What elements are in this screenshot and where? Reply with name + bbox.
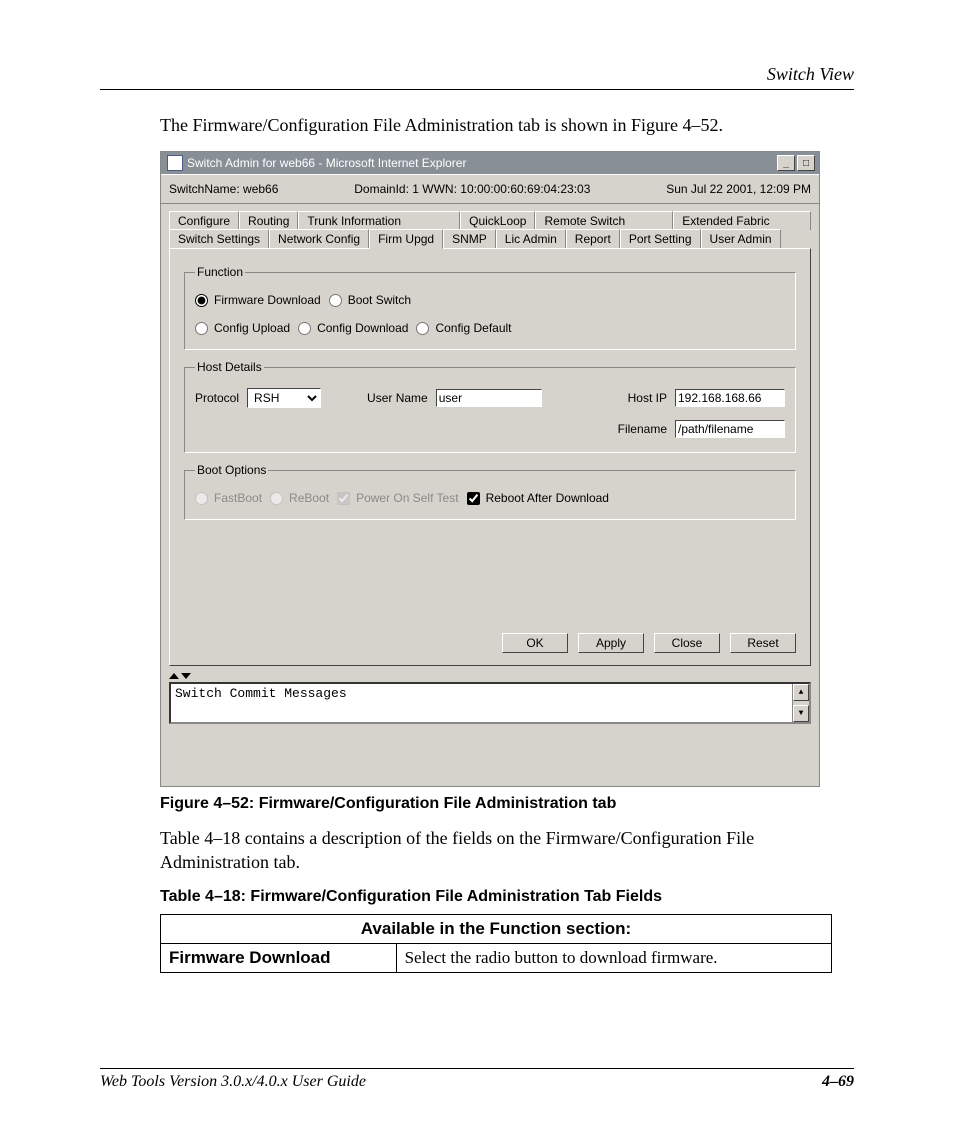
- tab-switch-settings[interactable]: Switch Settings: [169, 229, 269, 249]
- table-row-val: Select the radio button to download firm…: [396, 944, 831, 973]
- hostip-label: Host IP: [628, 391, 667, 405]
- tab-container: Configure Routing Trunk Information Quic…: [169, 210, 811, 666]
- close-button[interactable]: Close: [654, 633, 720, 653]
- tab-configure[interactable]: Configure: [169, 211, 239, 230]
- host-details-group: Host Details Protocol RSH User Name Host…: [184, 360, 796, 453]
- function-group: Function Firmware Download Boot Switch C…: [184, 265, 796, 350]
- page-footer: Web Tools Version 3.0.x/4.0.x User Guide…: [100, 1068, 854, 1091]
- footer-rule: [100, 1068, 854, 1069]
- radio-config-download-input[interactable]: [298, 322, 311, 335]
- commit-messages-text: Switch Commit Messages: [175, 686, 347, 701]
- intro-paragraph: The Firmware/Configuration File Administ…: [160, 114, 854, 137]
- scrollbar-vertical[interactable]: ▲ ▼: [792, 684, 809, 722]
- check-reboot-after-download[interactable]: Reboot After Download: [467, 491, 609, 505]
- dialog-button-row: OK Apply Close Reset: [502, 633, 796, 653]
- filename-label: Filename: [618, 422, 667, 436]
- check-reboot-after-download-input[interactable]: [467, 492, 480, 505]
- hostip-input[interactable]: [675, 389, 785, 407]
- window-title: Switch Admin for web66 - Microsoft Inter…: [187, 156, 775, 170]
- tab-routing[interactable]: Routing: [239, 211, 298, 230]
- check-post-input: [337, 492, 350, 505]
- figure-caption: Figure 4–52: Firmware/Configuration File…: [160, 795, 854, 813]
- page-number: 4–69: [822, 1073, 854, 1091]
- tab-quickloop[interactable]: QuickLoop: [460, 211, 535, 230]
- tab-trunk-information[interactable]: Trunk Information: [298, 211, 460, 230]
- timestamp: Sun Jul 22 2001, 12:09 PM: [666, 182, 811, 196]
- tab-row-bottom: Switch Settings Network Config Firm Upgd…: [169, 228, 811, 248]
- radio-reboot-input: [270, 492, 283, 505]
- window-titlebar: Switch Admin for web66 - Microsoft Inter…: [161, 152, 819, 174]
- chevron-down-icon: [181, 673, 191, 679]
- apply-button[interactable]: Apply: [578, 633, 644, 653]
- radio-config-download[interactable]: Config Download: [298, 321, 408, 335]
- table-row-key: Firmware Download: [161, 944, 397, 973]
- status-bar: SwitchName: web66 DomainId: 1 WWN: 10:00…: [161, 174, 819, 204]
- tab-lic-admin[interactable]: Lic Admin: [496, 229, 566, 249]
- splitter-grip[interactable]: [169, 670, 811, 682]
- tab-port-setting[interactable]: Port Setting: [620, 229, 701, 249]
- scroll-down-icon[interactable]: ▼: [793, 705, 809, 722]
- function-legend: Function: [195, 265, 245, 279]
- tab-extended-fabric[interactable]: Extended Fabric: [673, 211, 811, 230]
- radio-reboot: ReBoot: [270, 491, 329, 505]
- radio-fastboot-label: FastBoot: [214, 491, 262, 505]
- ok-button[interactable]: OK: [502, 633, 568, 653]
- domain-wwn: DomainId: 1 WWN: 10:00:00:60:69:04:23:03: [354, 182, 590, 196]
- header-rule: [100, 89, 854, 90]
- section-header: Switch View: [100, 64, 854, 85]
- radio-config-upload[interactable]: Config Upload: [195, 321, 290, 335]
- boot-options-group: Boot Options FastBoot ReBoot Power On Se…: [184, 463, 796, 520]
- radio-fastboot-input: [195, 492, 208, 505]
- tab-panel-firm-upgd: Function Firmware Download Boot Switch C…: [169, 248, 811, 666]
- footer-title: Web Tools Version 3.0.x/4.0.x User Guide: [100, 1073, 366, 1091]
- maximize-button[interactable]: □: [797, 155, 815, 171]
- table-4-18: Available in the Function section: Firmw…: [160, 914, 832, 973]
- ie-icon: [167, 155, 183, 171]
- radio-firmware-download[interactable]: Firmware Download: [195, 293, 321, 307]
- radio-boot-switch[interactable]: Boot Switch: [329, 293, 411, 307]
- switchname-label: SwitchName: web66: [169, 182, 278, 196]
- radio-reboot-label: ReBoot: [289, 491, 329, 505]
- post-figure-paragraph: Table 4–18 contains a description of the…: [160, 827, 854, 874]
- radio-config-default[interactable]: Config Default: [416, 321, 511, 335]
- check-post-label: Power On Self Test: [356, 491, 459, 505]
- filename-input[interactable]: [675, 420, 785, 438]
- tab-user-admin[interactable]: User Admin: [701, 229, 781, 249]
- radio-config-upload-label: Config Upload: [214, 321, 290, 335]
- tab-report[interactable]: Report: [566, 229, 620, 249]
- radio-firmware-download-input[interactable]: [195, 294, 208, 307]
- protocol-select[interactable]: RSH: [247, 388, 321, 408]
- radio-firmware-download-label: Firmware Download: [214, 293, 321, 307]
- reset-button[interactable]: Reset: [730, 633, 796, 653]
- radio-config-download-label: Config Download: [317, 321, 408, 335]
- radio-config-default-input[interactable]: [416, 322, 429, 335]
- screenshot-window: Switch Admin for web66 - Microsoft Inter…: [160, 151, 820, 787]
- table-caption: Table 4–18: Firmware/Configuration File …: [160, 888, 854, 906]
- tab-snmp[interactable]: SNMP: [443, 229, 496, 249]
- radio-config-default-label: Config Default: [435, 321, 511, 335]
- username-label: User Name: [367, 391, 428, 405]
- minimize-button[interactable]: _: [777, 155, 795, 171]
- tab-row-top: Configure Routing Trunk Information Quic…: [169, 210, 811, 229]
- figure-4-52: Switch Admin for web66 - Microsoft Inter…: [160, 151, 854, 787]
- check-reboot-after-download-label: Reboot After Download: [486, 491, 609, 505]
- tab-network-config[interactable]: Network Config: [269, 229, 369, 249]
- radio-boot-switch-label: Boot Switch: [348, 293, 411, 307]
- boot-options-legend: Boot Options: [195, 463, 268, 477]
- table-header: Available in the Function section:: [161, 915, 832, 944]
- commit-messages-box: Switch Commit Messages ▲ ▼: [169, 682, 811, 724]
- host-details-legend: Host Details: [195, 360, 264, 374]
- chevron-up-icon: [169, 673, 179, 679]
- tab-remote-switch[interactable]: Remote Switch: [535, 211, 673, 230]
- tab-firm-upgd[interactable]: Firm Upgd: [369, 229, 443, 249]
- scroll-up-icon[interactable]: ▲: [793, 684, 809, 701]
- check-post: Power On Self Test: [337, 491, 459, 505]
- username-input[interactable]: [436, 389, 542, 407]
- radio-boot-switch-input[interactable]: [329, 294, 342, 307]
- protocol-label: Protocol: [195, 391, 239, 405]
- radio-config-upload-input[interactable]: [195, 322, 208, 335]
- radio-fastboot: FastBoot: [195, 491, 262, 505]
